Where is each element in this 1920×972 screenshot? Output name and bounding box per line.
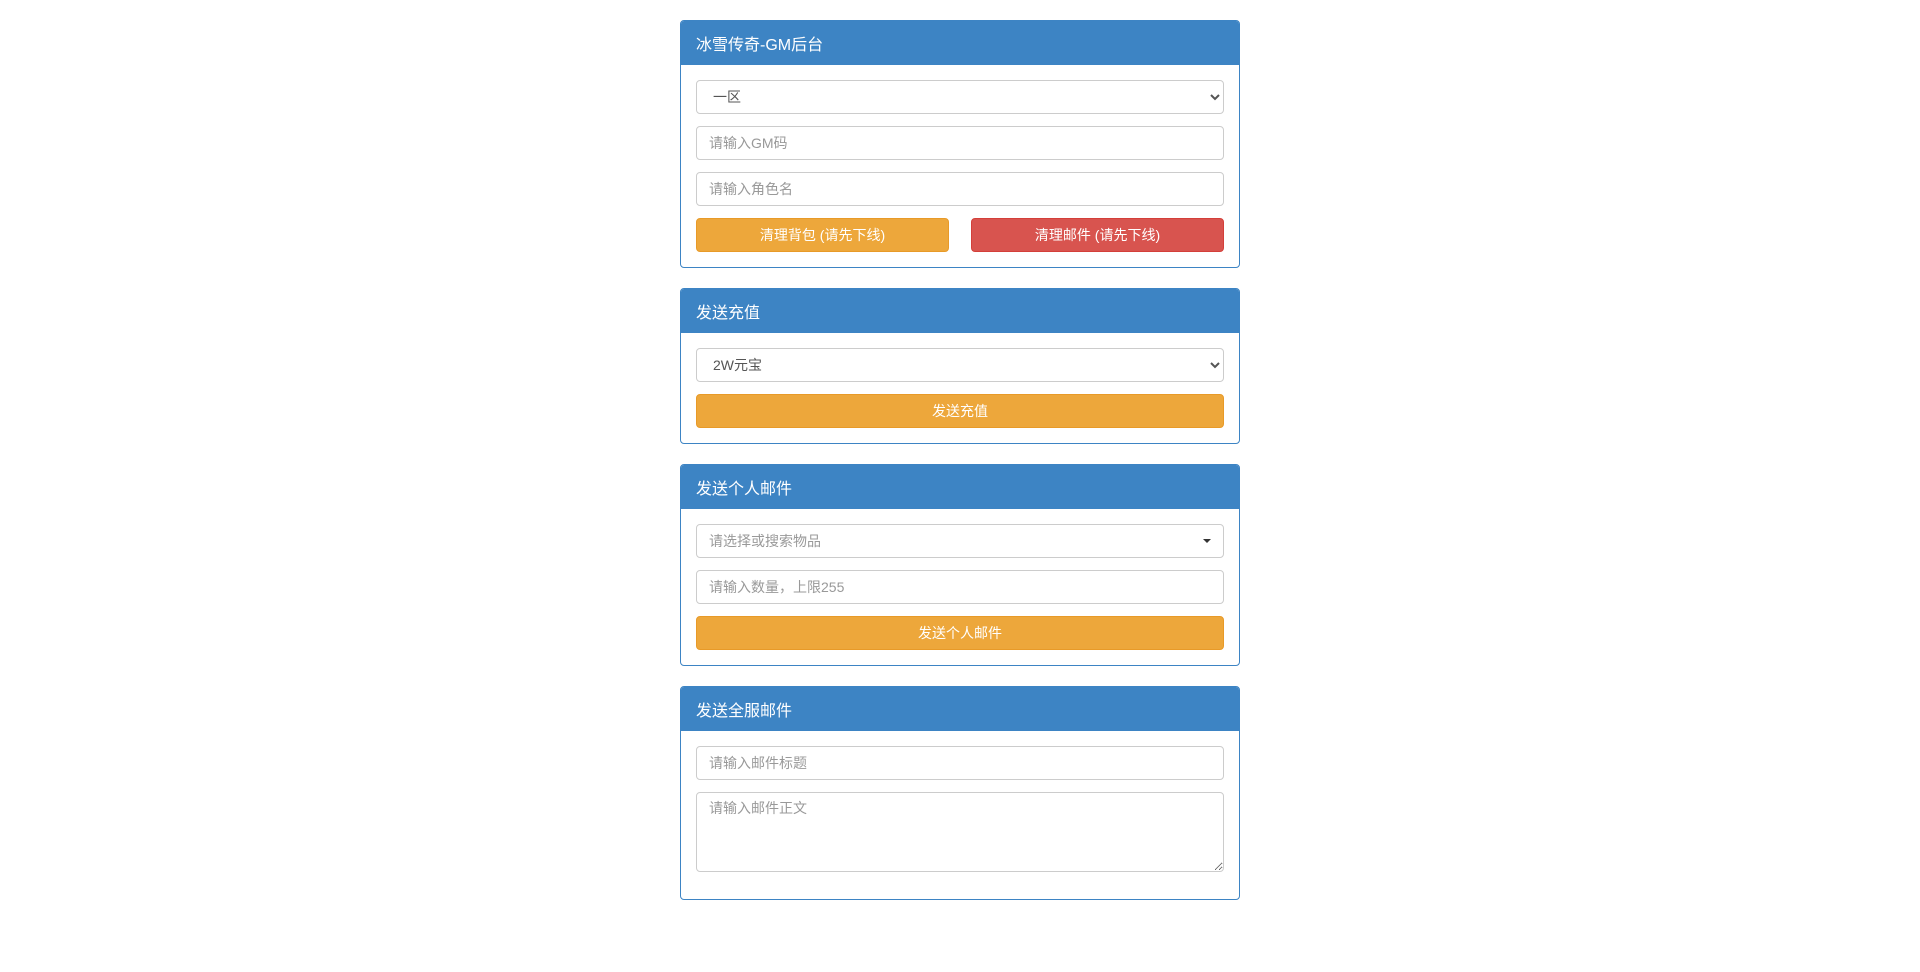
item-combobox-placeholder: 请选择或搜索物品 <box>709 531 821 551</box>
clear-bag-button[interactable]: 清理背包 (请先下线) <box>696 218 949 252</box>
clear-button-row: 清理背包 (请先下线) 清理邮件 (请先下线) <box>696 218 1224 252</box>
panel-send-personal-mail: 发送个人邮件 请选择或搜索物品 发送个人邮件 <box>680 464 1240 666</box>
panel-send-recharge-title: 发送充值 <box>681 289 1239 333</box>
send-recharge-button[interactable]: 发送充值 <box>696 394 1224 428</box>
item-combobox-display[interactable]: 请选择或搜索物品 <box>696 524 1224 558</box>
panel-gm-admin-body: 一区 清理背包 (请先下线) 清理邮件 (请先下线) <box>681 65 1239 267</box>
panel-gm-admin-title: 冰雪传奇-GM后台 <box>681 21 1239 65</box>
gm-code-input[interactable] <box>696 126 1224 160</box>
item-combobox[interactable]: 请选择或搜索物品 <box>696 524 1224 558</box>
caret-down-icon <box>1203 539 1211 543</box>
panel-send-server-mail-body <box>681 731 1239 899</box>
panel-send-server-mail: 发送全服邮件 <box>680 686 1240 900</box>
panel-send-server-mail-title: 发送全服邮件 <box>681 687 1239 731</box>
recharge-amount-select[interactable]: 2W元宝 <box>696 348 1224 382</box>
role-name-input[interactable] <box>696 172 1224 206</box>
panel-send-recharge-body: 2W元宝 发送充值 <box>681 333 1239 443</box>
panel-send-recharge: 发送充值 2W元宝 发送充值 <box>680 288 1240 444</box>
clear-mail-button[interactable]: 清理邮件 (请先下线) <box>971 218 1224 252</box>
panel-send-personal-mail-title: 发送个人邮件 <box>681 465 1239 509</box>
mail-title-input[interactable] <box>696 746 1224 780</box>
mail-body-textarea[interactable] <box>696 792 1224 872</box>
panel-send-personal-mail-body: 请选择或搜索物品 发送个人邮件 <box>681 509 1239 665</box>
send-personal-mail-button[interactable]: 发送个人邮件 <box>696 616 1224 650</box>
quantity-input[interactable] <box>696 570 1224 604</box>
panel-gm-admin: 冰雪传奇-GM后台 一区 清理背包 (请先下线) 清理邮件 (请先下线) <box>680 20 1240 268</box>
server-select[interactable]: 一区 <box>696 80 1224 114</box>
